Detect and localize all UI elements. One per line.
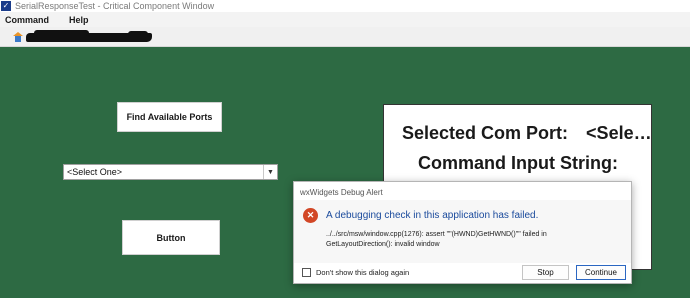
- find-available-ports-button[interactable]: Find Available Ports: [117, 102, 222, 132]
- menu-command[interactable]: Command: [0, 15, 54, 25]
- dialog-body: ✕ A debugging check in this application …: [294, 200, 631, 263]
- com-port-select-value: <Select One>: [67, 167, 123, 177]
- selected-com-port-value: <Sele…: [586, 123, 652, 143]
- dialog-title: wxWidgets Debug Alert: [300, 188, 383, 197]
- dialog-footer: Don't show this dialog again Stop Contin…: [294, 263, 631, 284]
- selected-com-port-label: Selected Com Port:: [402, 123, 569, 143]
- home-icon[interactable]: [13, 31, 23, 43]
- toolbar: [0, 27, 690, 47]
- selected-com-port-line: Selected Com Port: <Sele…: [402, 123, 652, 144]
- redacted-content: [26, 30, 152, 42]
- continue-button[interactable]: Continue: [576, 265, 626, 280]
- dialog-message: ../../src/msw/window.cpp(1276): assert "…: [326, 231, 547, 248]
- dialog-heading: A debugging check in this application ha…: [326, 210, 539, 221]
- dont-show-label[interactable]: Don't show this dialog again: [316, 268, 409, 277]
- command-input-label: Command Input String:: [418, 153, 618, 173]
- error-icon: ✕: [303, 208, 318, 223]
- chevron-down-icon[interactable]: ▼: [263, 165, 277, 179]
- menu-bar: Command Help: [0, 12, 690, 27]
- window-title: SerialResponseTest - Critical Component …: [15, 1, 215, 11]
- button[interactable]: Button: [122, 220, 220, 255]
- com-port-select[interactable]: <Select One> ▼: [63, 164, 278, 180]
- dont-show-checkbox[interactable]: [302, 268, 311, 277]
- debug-alert-dialog: wxWidgets Debug Alert ✕ A debugging chec…: [293, 181, 632, 284]
- title-bar: ✓ SerialResponseTest - Critical Componen…: [0, 0, 690, 12]
- menu-help[interactable]: Help: [64, 15, 94, 25]
- stop-button[interactable]: Stop: [522, 265, 569, 280]
- app-icon: ✓: [1, 1, 11, 11]
